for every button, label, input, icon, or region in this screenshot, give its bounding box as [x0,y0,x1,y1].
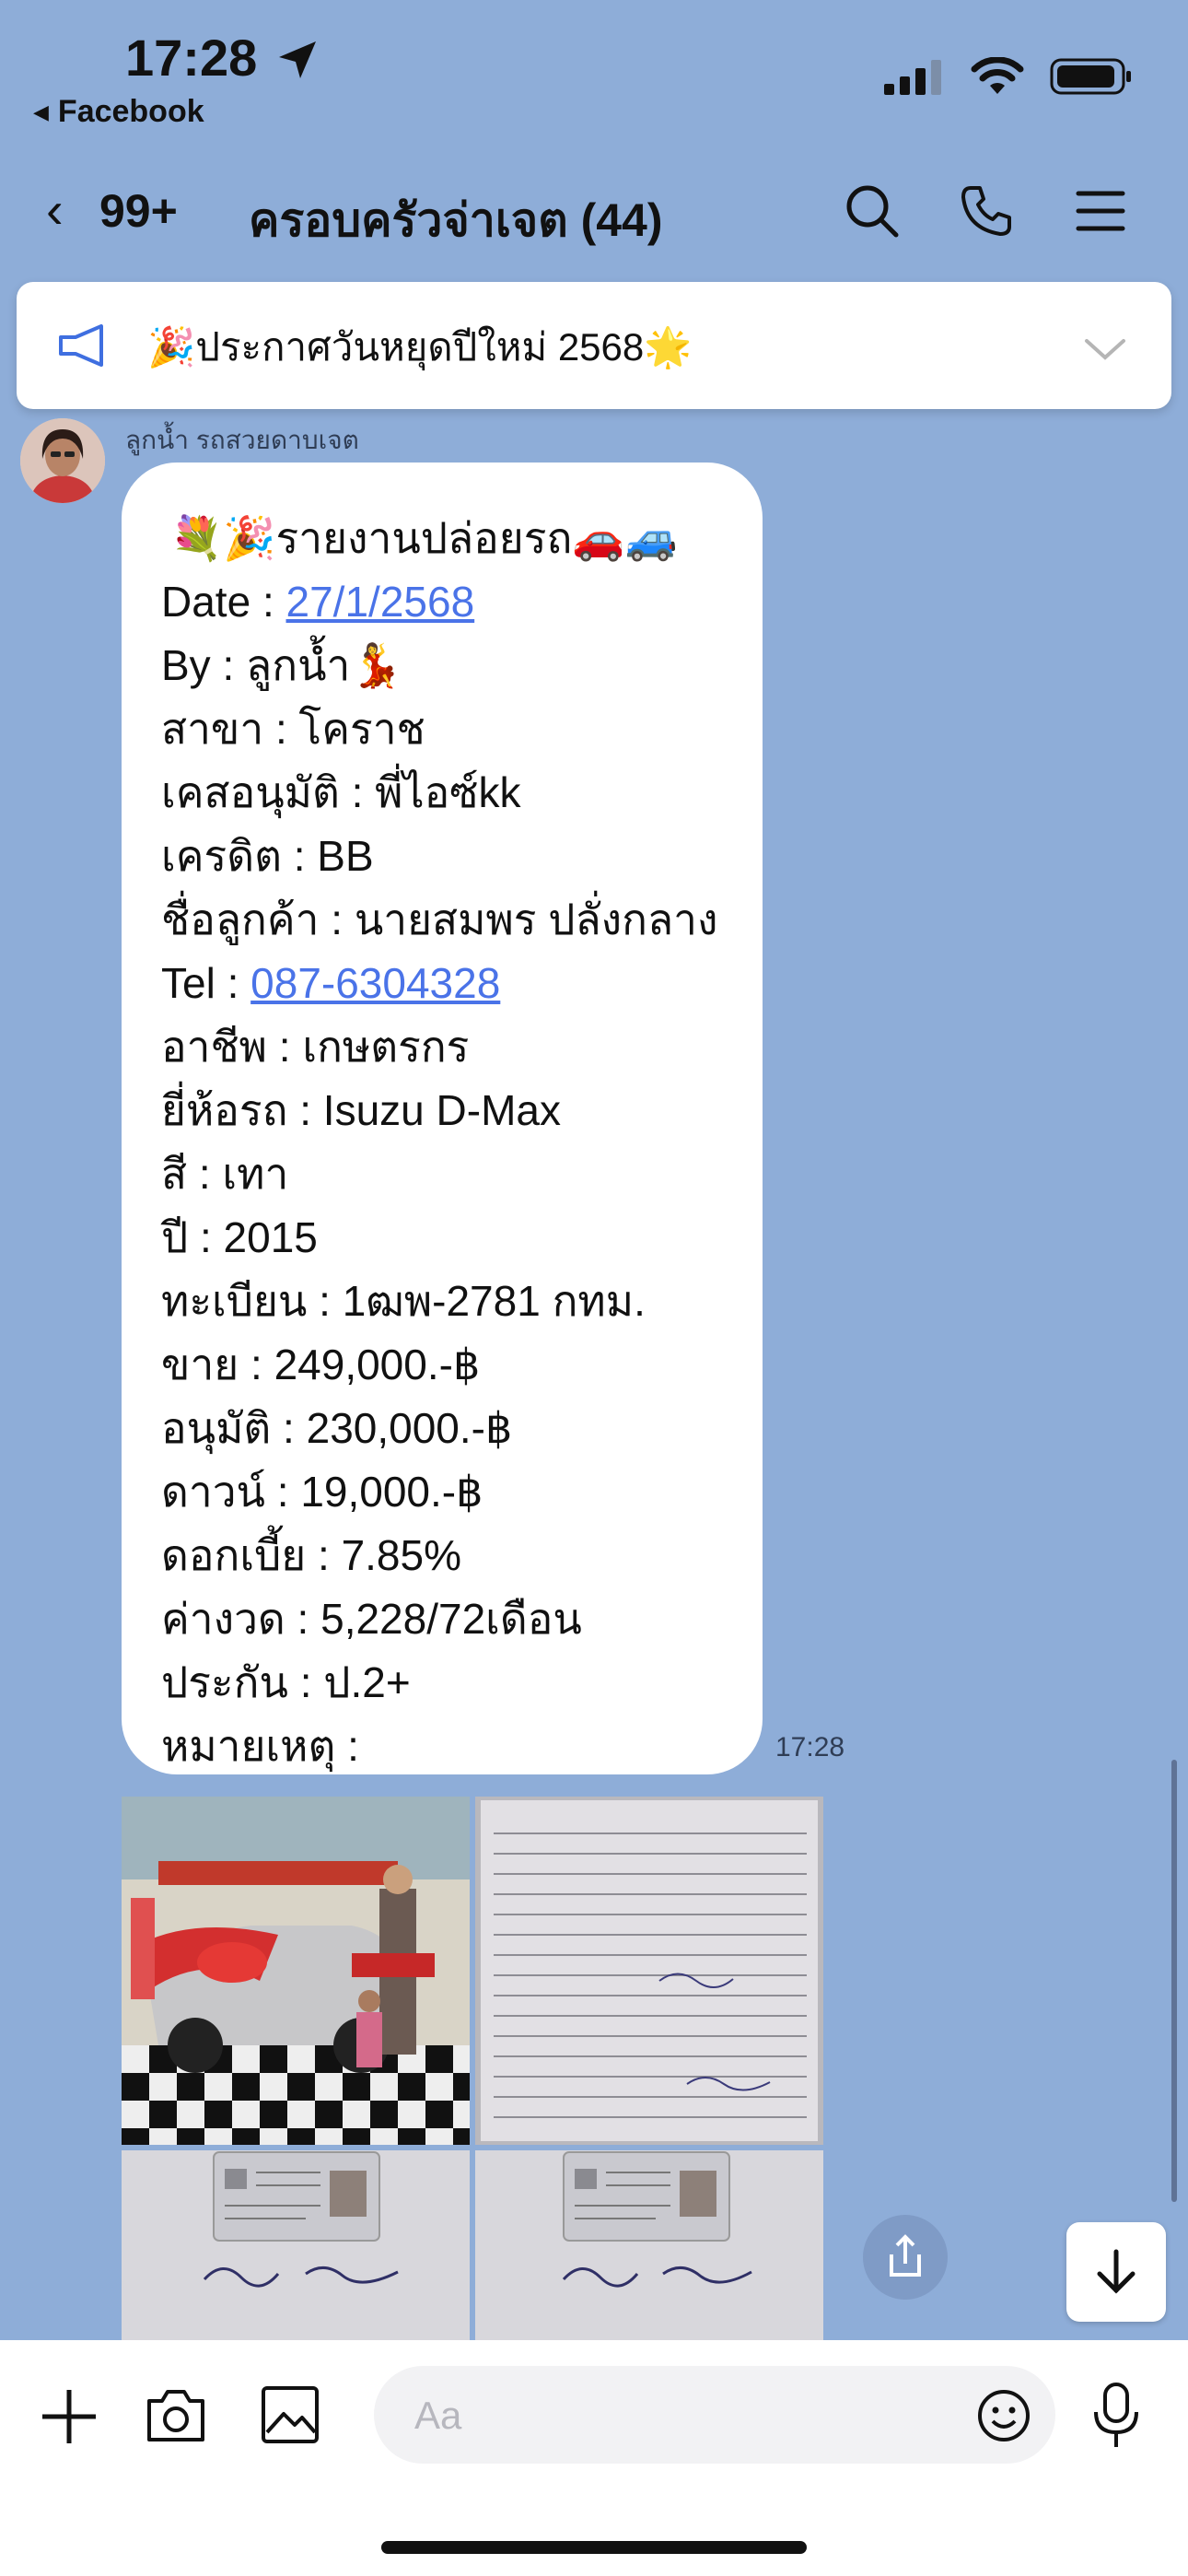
plus-icon[interactable] [39,2386,99,2447]
message-time: 17:28 [775,1732,845,1762]
msg-brand: ยี่ห้อรถ : Isuzu D-Max [161,1086,561,1134]
sender-avatar[interactable] [20,418,105,503]
scroll-to-bottom-button[interactable] [1066,2222,1166,2322]
msg-tel-label: Tel : [161,959,251,1007]
unread-count[interactable]: 99+ [99,184,178,238]
message-input-placeholder: Aa [414,2394,462,2437]
signal-icon [884,60,941,95]
msg-plate: ทะเบียน : 1ฒพ-2781 กทม. [161,1277,646,1325]
share-icon [863,2215,948,2300]
wifi-icon [971,57,1024,94]
status-icons [884,57,1133,96]
msg-insurance: ประกัน : ป.2+ [161,1658,411,1706]
camera-icon[interactable] [144,2384,208,2445]
message-text: 💐🎉รายงานปล่อยรถ🚗🚙 Date : 27/1/2568 By : … [161,507,717,1778]
msg-year: ปี : 2015 [161,1213,318,1261]
share-button[interactable] [845,2211,965,2303]
msg-title: 💐🎉รายงานปล่อยรถ🚗🚙 [170,514,678,562]
photo-id-card-1[interactable] [122,2150,470,2340]
msg-by: By : ลูกน้ำ💃 [161,641,403,689]
announcement-text: 🎉ประกาศวันหยุดปีใหม่ 2568🌟 [147,325,693,369]
scrollbar[interactable] [1171,1760,1177,2202]
msg-approved: อนุมัติ : 230,000.-฿ [161,1404,513,1452]
phone-icon[interactable] [954,179,1019,243]
back-triangle-icon: ◀ [33,100,49,123]
emoji-icon[interactable] [976,2388,1031,2443]
msg-career: อาชีพ : เกษตรกร [161,1023,470,1071]
msg-customer: ชื่อลูกค้า : นายสมพร ปลั่งกลาง [161,896,718,943]
msg-branch: สาขา : โคราช [161,705,425,753]
msg-sale: ขาย : 249,000.-฿ [161,1341,481,1388]
date-link[interactable]: 27/1/2568 [286,578,475,626]
arrow-down-icon [1097,2249,1136,2294]
photo-id-card-2[interactable] [475,2150,823,2340]
msg-installment: ค่างวด : 5,228/72เดือน [161,1595,582,1643]
chevron-down-icon[interactable] [1083,335,1127,363]
phone-link[interactable]: 087-6304328 [250,959,500,1007]
back-to-app-link[interactable]: ◀ Facebook [33,94,204,130]
status-time: 17:28 [125,29,258,87]
gallery-icon[interactable] [260,2384,320,2445]
msg-down: ดาวน์ : 19,000.-฿ [161,1468,483,1516]
msg-tel: Tel : 087-6304328 [161,952,717,1015]
msg-date-label: Date : [161,578,286,626]
megaphone-icon [59,324,103,367]
photo-car-delivery[interactable] [122,1797,470,2145]
location-arrow-icon [279,41,316,78]
msg-interest: ดอกเบี้ย : 7.85% [161,1531,461,1579]
chat-title[interactable]: ครอบครัวจ่าเจต (44) [249,184,663,257]
battery-icon [1050,58,1131,95]
back-app-label: Facebook [57,94,204,129]
sender-name: ลูกน้ำ รถสวยดาบเจต [125,426,359,454]
msg-approver: เคสอนุมัติ : พี่ไอซ์kk [161,768,521,816]
search-icon[interactable] [840,179,904,243]
message-input[interactable] [374,2366,1055,2464]
home-indicator[interactable] [381,2541,807,2554]
msg-color: สี : เทา [161,1150,289,1198]
photo-contract-document[interactable] [475,1797,823,2145]
menu-icon[interactable] [1068,179,1133,243]
msg-note: หมายเหตุ : [161,1722,359,1770]
back-chevron-icon[interactable]: ‹ [46,184,64,236]
msg-credit: เครดิต : BB [161,832,374,880]
msg-date: Date : 27/1/2568 [161,570,717,634]
microphone-icon[interactable] [1089,2381,1144,2451]
